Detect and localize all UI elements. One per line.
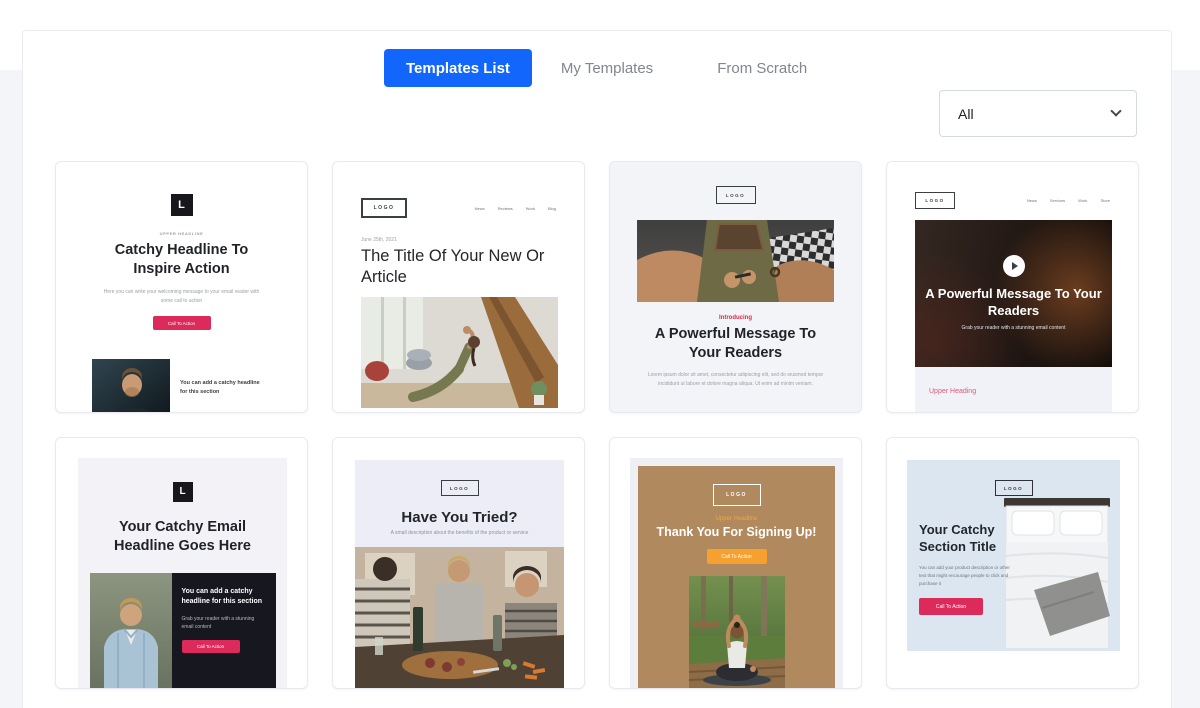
dinner-table-illustration <box>355 547 564 689</box>
template-nav: News Reviews Work Blog <box>475 206 556 211</box>
template-card-catchy-email[interactable]: L Your Catchy Email Headline Goes Here <box>55 437 308 689</box>
outdoor-yoga-illustration <box>689 576 785 688</box>
yoga-studio-photo <box>361 297 558 408</box>
email-canvas: LOGO Upper Headline Thank You For Signin… <box>638 466 835 689</box>
template-headline: Have You Tried? <box>355 509 564 526</box>
panel-body: Grab your reader with a stunning email c… <box>182 615 266 631</box>
email-canvas: LOGO Have You Tried? A small description… <box>355 460 564 689</box>
article-title: The Title Of Your New Or Article <box>333 243 584 287</box>
tab-templates-list[interactable]: Templates List <box>384 49 532 87</box>
email-canvas: LOGO Your Catchy Section Title <box>907 460 1120 651</box>
nav-item: Services <box>1050 198 1065 203</box>
template-card-thank-you[interactable]: LOGO Upper Headline Thank You For Signin… <box>609 437 862 689</box>
portrait-photo <box>92 359 170 413</box>
cta-button: Call To Action <box>919 598 983 615</box>
template-subheadline: A small description about the benefits o… <box>355 530 564 536</box>
email-frame: LOGO Upper Headline Thank You For Signin… <box>630 458 843 689</box>
template-card-video-hero[interactable]: LOGO News Services Work Store A Powerful… <box>886 161 1139 413</box>
nav-item: Reviews <box>498 206 513 211</box>
nav-item: News <box>1027 198 1037 203</box>
template-card-product-section[interactable]: LOGO Your Catchy Section Title <box>886 437 1139 689</box>
play-icon <box>1003 255 1025 277</box>
nav-item: Work <box>1078 198 1087 203</box>
man-portrait-illustration <box>92 359 170 413</box>
bed-top-view-photo <box>998 496 1116 648</box>
video-hero-photo: A Powerful Message To Your Readers Grab … <box>915 220 1112 367</box>
denim-man-photo <box>90 573 172 689</box>
filter-dropdown: All <box>939 90 1137 137</box>
logo-placeholder: L <box>171 194 193 216</box>
dinner-table-photo <box>355 547 564 689</box>
template-headline: A Powerful Message To Your Readers <box>640 325 832 363</box>
logo-placeholder: LOGO <box>361 198 407 218</box>
product-text-column: Your Catchy Section Title You can add yo… <box>919 522 1013 615</box>
nav-item: Blog <box>548 206 556 211</box>
template-header: LOGO News Reviews Work Blog <box>333 162 584 218</box>
cta-button: Call To Action <box>707 549 767 564</box>
template-nav: News Services Work Store <box>1027 198 1110 203</box>
tab-bar: Templates List My Templates From Scratch <box>384 49 821 87</box>
hero-overlay: A Powerful Message To Your Readers Grab … <box>915 286 1112 331</box>
logo-placeholder: L <box>173 482 193 502</box>
section-caption: You can add a catchy headline for this s… <box>180 379 268 413</box>
template-subheadline: Grab your reader with a stunning email c… <box>915 325 1112 331</box>
template-headline: A Powerful Message To Your Readers <box>915 286 1112 320</box>
cta-button: Call To Action <box>153 316 211 330</box>
template-headline: Thank You For Signing Up! <box>638 525 835 539</box>
nav-item: News <box>475 206 485 211</box>
template-headline: Your Catchy Section Title <box>919 522 1013 556</box>
email-canvas: L Your Catchy Email Headline Goes Here <box>78 458 287 689</box>
nav-item: Work <box>526 206 535 211</box>
template-headline: Your Catchy Email Headline Goes Here <box>95 518 271 556</box>
template-body-text: You can add your product description or … <box>919 564 1013 588</box>
footer-heading: Upper Heading <box>915 367 1112 413</box>
logo-placeholder: LOGO <box>441 480 479 496</box>
template-body-text: Lorem ipsum dolor sit amet, consectetur … <box>646 371 826 388</box>
craftsman-illustration <box>637 220 834 302</box>
nav-item: Store <box>1100 198 1110 203</box>
yoga-studio-illustration <box>361 297 558 408</box>
templates-grid: L UPPER HEADLINE Catchy Headline To Insp… <box>55 161 1139 689</box>
tab-my-templates[interactable]: My Templates <box>547 60 667 77</box>
dark-text-panel: You can add a catchy headline for this s… <box>172 573 276 689</box>
split-section: You can add a catchy headline for this s… <box>90 573 276 689</box>
logo-placeholder: LOGO <box>995 480 1033 496</box>
template-card-have-you-tried[interactable]: LOGO Have You Tried? A small description… <box>332 437 585 689</box>
template-header: LOGO News Services Work Store <box>887 162 1138 209</box>
denim-man-illustration <box>90 573 172 689</box>
template-filter-select[interactable]: All <box>939 90 1137 137</box>
outdoor-yoga-photo <box>689 576 785 688</box>
template-headline: Catchy Headline To Inspire Action <box>91 241 273 279</box>
upper-heading-label: UPPER HEADLINE <box>56 231 307 236</box>
templates-panel: Templates List My Templates From Scratch… <box>22 30 1172 708</box>
upper-heading-label: Upper Headline <box>638 516 835 522</box>
template-card-introducing[interactable]: LOGO <box>609 161 862 413</box>
image-caption-row: You can add a catchy headline for this s… <box>92 359 307 413</box>
logo-placeholder: LOGO <box>713 484 761 506</box>
logo-placeholder: LOGO <box>716 186 756 204</box>
bed-illustration <box>998 496 1116 648</box>
template-card-article[interactable]: LOGO News Reviews Work Blog June 25th, 2… <box>332 161 585 413</box>
template-body-text: Here you can write your welcoming messag… <box>103 288 261 305</box>
cta-button: Call To Action <box>182 640 240 653</box>
craftsman-photo <box>637 220 834 302</box>
kicker-text: Introducing <box>610 315 861 321</box>
article-date: June 25th, 2021 <box>333 218 584 243</box>
template-card-welcome-centered[interactable]: L UPPER HEADLINE Catchy Headline To Insp… <box>55 161 308 413</box>
panel-heading: You can add a catchy headline for this s… <box>182 587 266 607</box>
tab-from-scratch[interactable]: From Scratch <box>703 60 821 77</box>
logo-placeholder: LOGO <box>915 192 955 209</box>
